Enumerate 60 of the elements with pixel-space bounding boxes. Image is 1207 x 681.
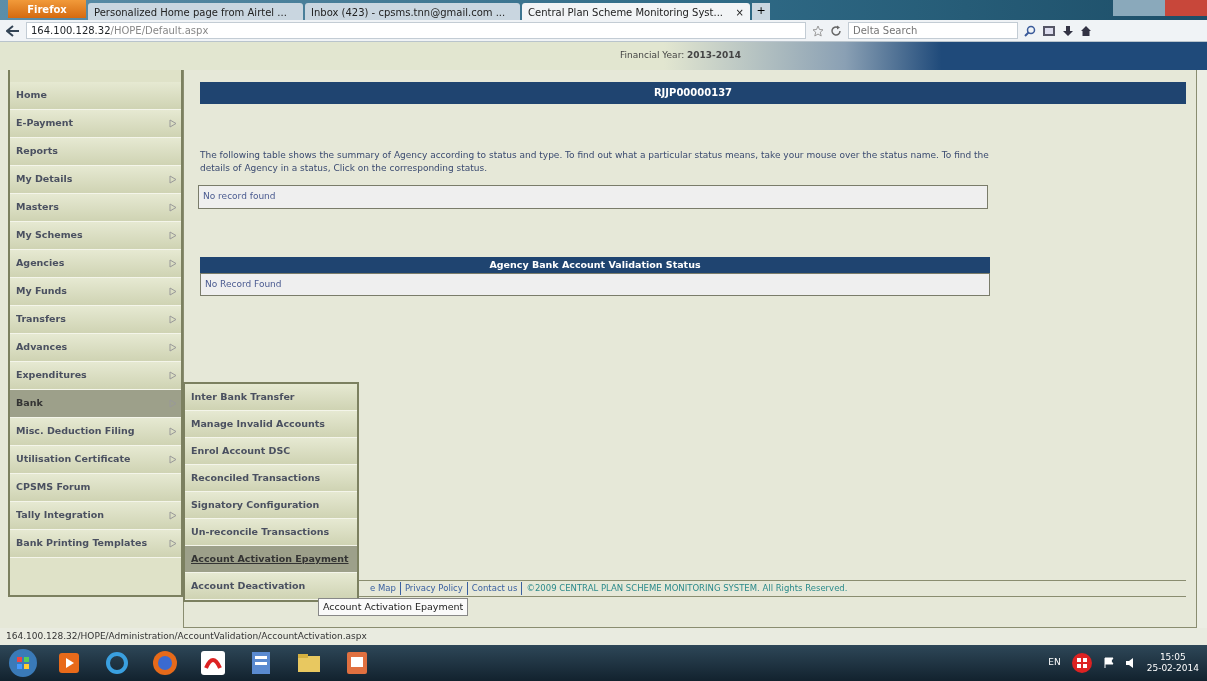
- status-url: 164.100.128.32/HOPE/Administration/AccountValidation/AccountActivation.aspx: [0, 628, 1207, 645]
- copyright-text: ©2009 CENTRAL PLAN SCHEME MONITORING SYSTEM. All Rights Reserved.: [521, 582, 848, 595]
- intro-paragraph: The following table shows the summary of Agency according to status and type. To find out what a particular status means, take your mouse over the status name. To find the details of Agency in a status, Click on the corresponding status.: [200, 149, 990, 175]
- page-title-bar: RJJP00000137: [200, 82, 1186, 104]
- clock-time[interactable]: 15:05: [1146, 652, 1199, 663]
- tooltip: Account Activation Epayment: [318, 598, 469, 617]
- submenu-item[interactable]: Account Deactivation: [185, 573, 357, 600]
- reload-icon[interactable]: [830, 24, 842, 37]
- close-tab-button[interactable]: ×: [735, 5, 744, 18]
- arc-logo-icon[interactable]: [198, 648, 228, 678]
- app-tray-icon[interactable]: [1070, 652, 1093, 674]
- clock-date[interactable]: 25-02-2014: [1146, 663, 1199, 674]
- star-icon[interactable]: [812, 24, 824, 37]
- sidebar-item[interactable]: Bank: [10, 390, 181, 418]
- globe-icon[interactable]: [150, 648, 180, 678]
- browser-tab[interactable]: Personalized Home page from Airtel ...: [88, 3, 303, 20]
- sidebar-item[interactable]: Bank Printing Templates: [10, 530, 181, 558]
- browser-tab[interactable]: Inbox (423) - cpsms.tnn@gmail.com ...: [305, 3, 520, 20]
- sidebar-item[interactable]: My Funds: [10, 278, 181, 306]
- download-icon[interactable]: [1062, 24, 1074, 37]
- flag-icon[interactable]: [1102, 657, 1115, 669]
- sidebar-item[interactable]: Home: [10, 82, 181, 110]
- footer-link[interactable]: Contact us: [466, 582, 522, 595]
- sidebar-item[interactable]: Misc. Deduction Filing: [10, 418, 181, 446]
- footer-link[interactable]: e Map: [366, 582, 400, 595]
- back-arrow-icon[interactable]: [6, 24, 20, 37]
- sidebar-item[interactable]: Utilisation Certificate: [10, 446, 181, 474]
- sidebar-item[interactable]: Tally Integration: [10, 502, 181, 530]
- scrollbar[interactable]: [1197, 70, 1207, 628]
- submenu-item[interactable]: Manage Invalid Accounts: [185, 411, 357, 438]
- submenu-item[interactable]: Account Activation Epayment: [185, 546, 357, 573]
- language-indicator[interactable]: EN: [1048, 656, 1061, 670]
- start-button-icon[interactable]: [8, 648, 38, 678]
- submenu-item[interactable]: Signatory Configuration: [185, 492, 357, 519]
- search-icon[interactable]: [1024, 24, 1036, 37]
- submenu-item[interactable]: Un-reconcile Transactions: [185, 519, 357, 546]
- search-field[interactable]: Delta Search: [848, 22, 1018, 39]
- address-bar[interactable]: 164.100.128.32/HOPE/Default.aspx: [26, 22, 806, 39]
- new-tab-button[interactable]: +: [752, 3, 770, 20]
- submenu-item[interactable]: Reconciled Transactions: [185, 465, 357, 492]
- sidebar-item[interactable]: Advances: [10, 334, 181, 362]
- browser-tab[interactable]: Central Plan Scheme Monitoring Syst... ×: [522, 3, 750, 20]
- submenu-item[interactable]: Enrol Account DSC: [185, 438, 357, 465]
- sidebar-item[interactable]: CPSMS Forum: [10, 474, 181, 502]
- sidebar-item[interactable]: Masters: [10, 194, 181, 222]
- footer-link[interactable]: Privacy Policy: [399, 582, 467, 595]
- sidebar-item[interactable]: Expenditures: [10, 362, 181, 390]
- sidebar-item[interactable]: E-Payment: [10, 110, 181, 138]
- sidebar-item[interactable]: Agencies: [10, 250, 181, 278]
- submenu-item[interactable]: Inter Bank Transfer: [185, 384, 357, 411]
- home-icon[interactable]: [1080, 24, 1092, 37]
- bookmarks-icon[interactable]: [1042, 24, 1056, 37]
- empty-result-message: No record found: [198, 185, 988, 209]
- financial-year-text: Financial Year: 2013-2014: [620, 49, 741, 63]
- sidebar-item[interactable]: My Schemes: [10, 222, 181, 250]
- sidebar-item[interactable]: Reports: [10, 138, 181, 166]
- sidebar-item[interactable]: My Details: [10, 166, 181, 194]
- empty-result-message: No Record Found: [200, 272, 990, 297]
- section-header: Agency Bank Account Validation Status: [200, 256, 990, 273]
- sidebar-item[interactable]: Transfers: [10, 306, 181, 334]
